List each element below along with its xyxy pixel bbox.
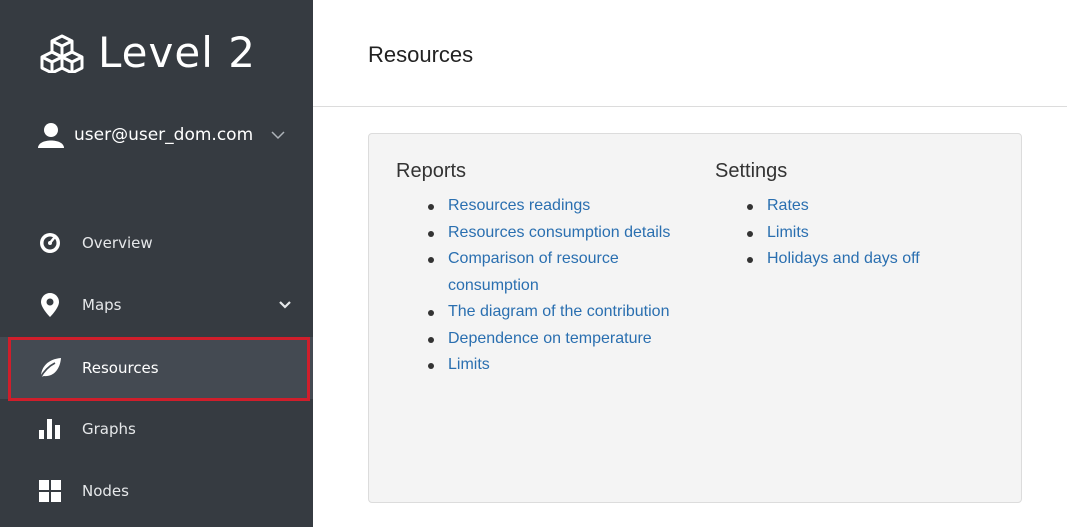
sidebar-item-label: Nodes xyxy=(82,482,129,500)
report-link-resources-readings[interactable]: Resources readings xyxy=(448,197,590,214)
grid-icon xyxy=(38,480,62,502)
header: Resources xyxy=(313,0,1067,107)
list-item: Dependence on temperature xyxy=(428,326,686,353)
report-link-comparison[interactable]: Comparison of resource consumption xyxy=(448,250,619,294)
user-email: user@user_dom.com xyxy=(74,125,254,145)
settings-link-limits[interactable]: Limits xyxy=(767,224,809,241)
sidebar-item-graphs[interactable]: Graphs xyxy=(0,398,313,460)
bar-chart-icon xyxy=(38,419,62,439)
leaf-icon xyxy=(38,357,62,379)
dashboard-icon xyxy=(38,232,62,254)
settings-section: Settings Rates Limits Holidays and days … xyxy=(715,160,1005,273)
brand-logo[interactable]: Level 2 xyxy=(40,28,256,77)
list-item: Limits xyxy=(428,352,686,379)
report-link-temperature[interactable]: Dependence on temperature xyxy=(448,330,652,347)
list-item: Resources readings xyxy=(428,193,686,220)
cubes-icon xyxy=(40,34,84,73)
chevron-down-icon xyxy=(271,130,285,140)
page-title: Resources xyxy=(368,42,474,67)
report-link-limits[interactable]: Limits xyxy=(448,356,490,373)
sidebar-item-label: Graphs xyxy=(82,420,136,438)
settings-heading: Settings xyxy=(715,160,788,182)
sidebar-item-nodes[interactable]: Nodes xyxy=(0,460,313,522)
report-link-contribution-diagram[interactable]: The diagram of the contribution xyxy=(448,303,669,320)
reports-list: Resources readings Resources consumption… xyxy=(396,193,686,379)
sidebar: Level 2 user@user_dom.com Overview Maps … xyxy=(0,0,313,527)
user-icon xyxy=(38,122,64,148)
sidebar-item-label: Resources xyxy=(82,359,159,377)
sidebar-item-maps[interactable]: Maps xyxy=(0,274,313,336)
settings-list: Rates Limits Holidays and days off xyxy=(715,193,1005,273)
settings-link-rates[interactable]: Rates xyxy=(767,197,809,214)
user-menu[interactable]: user@user_dom.com xyxy=(38,122,285,148)
list-item: Comparison of resource consumption xyxy=(428,246,686,299)
map-pin-icon xyxy=(38,293,62,317)
list-item: Limits xyxy=(747,220,1005,247)
list-item: Holidays and days off xyxy=(747,246,1005,273)
settings-link-holidays[interactable]: Holidays and days off xyxy=(767,250,920,267)
report-link-consumption-details[interactable]: Resources consumption details xyxy=(448,224,670,241)
chevron-down-icon xyxy=(279,301,291,309)
sidebar-item-resources[interactable]: Resources xyxy=(0,337,313,399)
reports-section: Reports Resources readings Resources con… xyxy=(396,160,686,379)
list-item: Resources consumption details xyxy=(428,220,686,247)
sidebar-item-label: Overview xyxy=(82,234,153,252)
resources-panel: Reports Resources readings Resources con… xyxy=(368,133,1022,503)
sidebar-item-overview[interactable]: Overview xyxy=(0,212,313,274)
sidebar-item-label: Maps xyxy=(82,296,122,314)
list-item: Rates xyxy=(747,193,1005,220)
reports-heading: Reports xyxy=(396,160,467,182)
brand-name: Level 2 xyxy=(98,28,256,77)
list-item: The diagram of the contribution xyxy=(428,299,686,326)
